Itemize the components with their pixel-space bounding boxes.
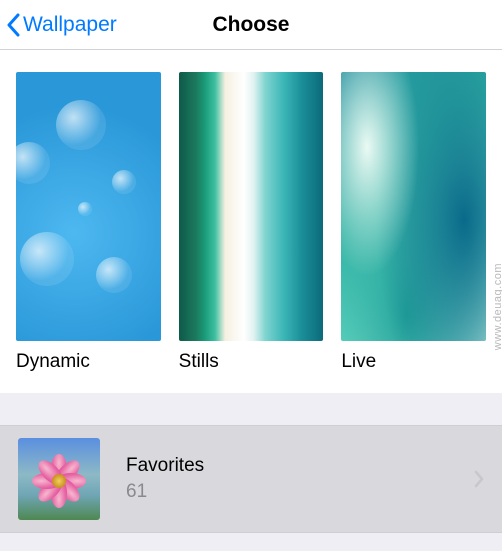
wallpaper-category-section: Dynamic Stills Live [0,50,502,393]
dynamic-thumbnail [16,72,161,341]
wallpaper-category-stills[interactable]: Stills [179,72,324,373]
back-button[interactable]: Wallpaper [6,13,117,37]
album-name: Favorites [126,455,448,477]
stills-thumbnail [179,72,324,341]
wallpaper-category-label: Stills [179,351,324,373]
back-label: Wallpaper [23,14,117,35]
album-thumbnail [18,438,100,520]
wallpaper-category-live[interactable]: Live [341,72,486,373]
live-thumbnail [341,72,486,341]
wallpaper-category-dynamic[interactable]: Dynamic [16,72,161,373]
section-divider [0,533,502,551]
album-text: Favorites 61 [126,455,448,503]
wallpaper-category-label: Dynamic [16,351,161,373]
navigation-bar: Wallpaper Choose [0,0,502,50]
chevron-left-icon [6,13,20,37]
chevron-right-icon [474,470,484,488]
section-divider [0,393,502,425]
watermark: www.deuag.com [492,263,502,350]
album-count: 61 [126,481,448,503]
flower-icon [27,449,91,513]
page-title: Choose [212,13,289,37]
wallpaper-category-label: Live [341,351,486,373]
album-row-favorites[interactable]: Favorites 61 [0,425,502,533]
